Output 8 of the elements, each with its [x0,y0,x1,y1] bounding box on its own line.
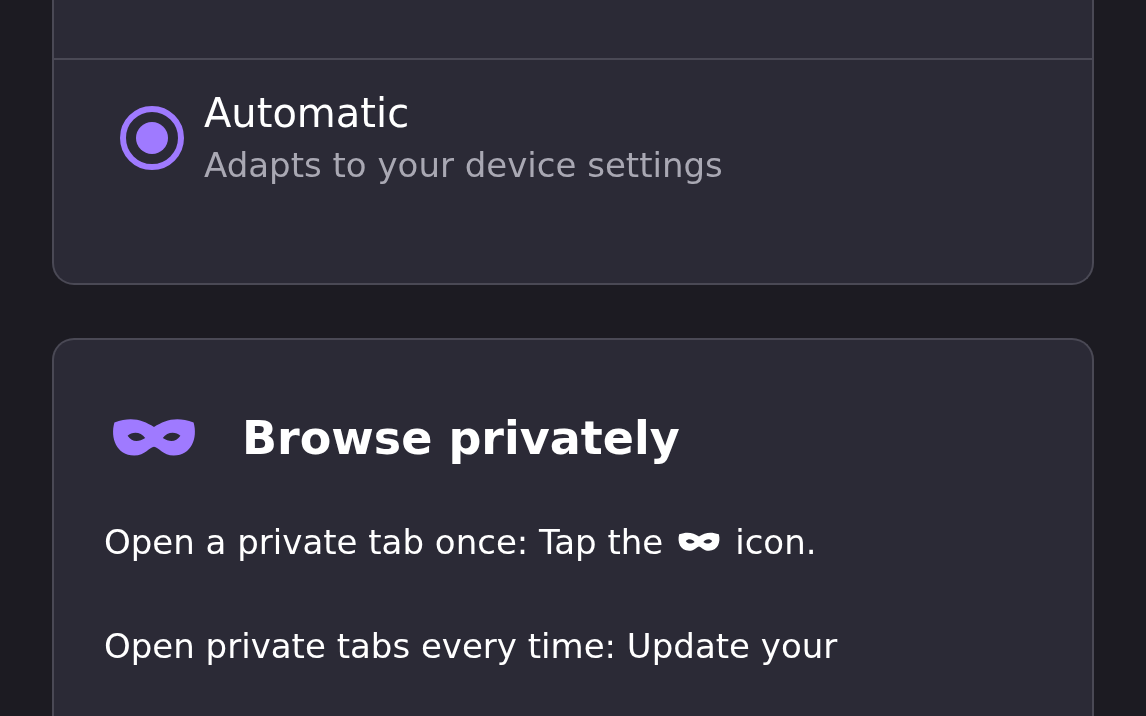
tip-text: Open a private tab once: Tap the [104,521,664,564]
radio-button[interactable] [120,106,184,170]
mask-icon [677,531,722,553]
option-label: Automatic [204,89,411,138]
tip-text: Open private tabs every time: Update your [104,625,839,668]
option-description: Adapts to your device settings [204,144,723,187]
card-title: Browse privately [242,410,680,467]
tip-text: icon. [735,521,817,564]
